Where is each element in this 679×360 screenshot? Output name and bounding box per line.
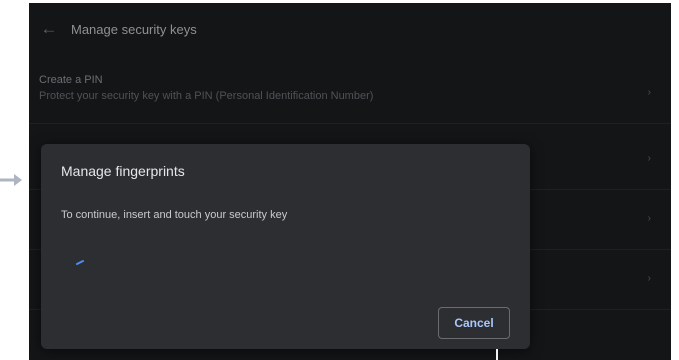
back-button[interactable]: ← bbox=[37, 17, 61, 41]
loading-spinner-icon bbox=[75, 252, 91, 268]
dialog-title: Manage fingerprints bbox=[61, 163, 185, 179]
dialog-message: To continue, insert and touch your secur… bbox=[61, 209, 288, 221]
chevron-right-icon: › bbox=[647, 153, 651, 164]
manage-fingerprints-dialog: Manage fingerprints To continue, insert … bbox=[41, 144, 530, 349]
row-title: Create a PIN bbox=[39, 74, 103, 86]
page-title: Manage security keys bbox=[71, 21, 197, 37]
header-bar: ← Manage security keys bbox=[29, 3, 671, 55]
chevron-right-icon: › bbox=[647, 273, 651, 284]
chevron-right-icon: › bbox=[647, 213, 651, 224]
cancel-button[interactable]: Cancel bbox=[438, 307, 510, 339]
settings-row-create-pin[interactable]: Create a PIN Protect your security key w… bbox=[29, 63, 671, 124]
pointer-arrow-icon bbox=[0, 171, 24, 189]
back-arrow-icon: ← bbox=[40, 19, 58, 38]
row-subtitle: Protect your security key with a PIN (Pe… bbox=[39, 90, 374, 102]
text-cursor bbox=[496, 349, 498, 360]
chevron-right-icon: › bbox=[647, 87, 651, 98]
